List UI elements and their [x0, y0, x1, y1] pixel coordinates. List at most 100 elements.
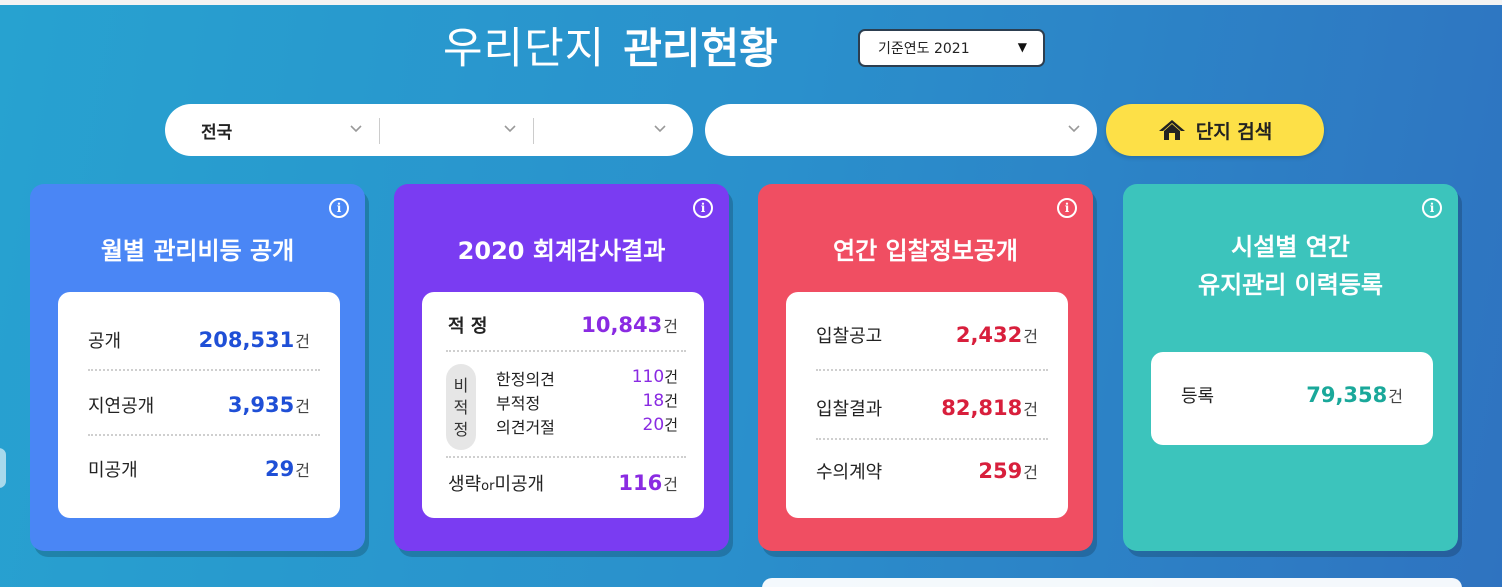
- card-panel: 적 정 10,843건 비 적 정 한정의견 110건 부적정 18건 의견거절…: [422, 292, 704, 518]
- stat-label: 미공개: [494, 474, 545, 495]
- year-select-label: 기준연도 2021: [878, 41, 970, 57]
- stat-unit: 건: [1023, 400, 1038, 419]
- stat-row-registered[interactable]: 등록 79,358건: [1181, 380, 1403, 410]
- sub-row-disclaimer[interactable]: 의견거절 20건: [496, 414, 678, 438]
- sub-unit: 건: [664, 392, 678, 410]
- divider: [533, 118, 534, 144]
- divider: [446, 456, 686, 458]
- page-title: 우리단지 관리현황: [443, 18, 778, 80]
- info-icon[interactable]: i: [329, 198, 349, 218]
- non-proper-char: 비: [453, 376, 469, 395]
- sub-value: 110: [631, 367, 665, 387]
- stat-label: 생략: [448, 474, 482, 495]
- top-border: [0, 0, 1502, 5]
- stat-label: 등록: [1181, 386, 1215, 407]
- card-title: 2020 회계감사결과: [457, 237, 666, 265]
- stat-label: 수의계약: [816, 462, 883, 483]
- page-title-bold: 관리현황: [623, 24, 778, 73]
- chevron-down-icon: [654, 125, 666, 133]
- card-title: 시설별 연간 유지관리 이력등록: [1123, 228, 1458, 304]
- stat-value: 116: [618, 471, 663, 495]
- divider: [379, 118, 380, 144]
- chevron-down-icon: ▼: [1017, 40, 1027, 54]
- stat-unit: 건: [1023, 327, 1038, 346]
- stat-unit: 건: [663, 475, 678, 494]
- card-title: 연간 입찰정보공개: [833, 237, 1018, 265]
- stat-row-public[interactable]: 공개 208,531건: [88, 325, 310, 355]
- sub-unit: 건: [664, 368, 678, 386]
- sub-label: 한정의견: [496, 370, 555, 389]
- sub-value: 18: [642, 391, 665, 411]
- sub-row-adverse[interactable]: 부적정 18건: [496, 390, 678, 414]
- stat-value: 29: [265, 457, 295, 481]
- divider: [816, 369, 1048, 371]
- stat-value: 3,935: [227, 393, 295, 417]
- stat-label: 미공개: [88, 460, 138, 481]
- stat-label: 입찰결과: [816, 399, 883, 420]
- chevron-down-icon: [350, 125, 362, 133]
- stat-unit: 건: [1023, 463, 1038, 482]
- stat-row-undisclosed[interactable]: 미공개 29건: [88, 454, 310, 484]
- info-icon[interactable]: i: [1422, 198, 1442, 218]
- bottom-panel: [762, 578, 1462, 587]
- region-select-district[interactable]: [535, 104, 693, 156]
- chevron-down-icon: [1068, 125, 1080, 133]
- sub-unit: 건: [664, 416, 678, 434]
- card-title-line: 시설별 연간: [1231, 233, 1350, 261]
- stat-label: 지연공개: [88, 396, 155, 417]
- sub-label: 부적정: [496, 394, 541, 413]
- card-monthly-fee-disclosure[interactable]: i 월별 관리비등 공개 공개 208,531건 지연공개 3,935건 미공개…: [30, 184, 365, 551]
- stat-label: 입찰공고: [816, 326, 883, 347]
- region-select-city[interactable]: [381, 104, 533, 156]
- stat-row-bid-result[interactable]: 입찰결과 82,818건: [816, 393, 1038, 423]
- region-select-province-label: 전국: [201, 122, 233, 143]
- region-select-province[interactable]: 전국: [165, 104, 378, 156]
- divider: [88, 369, 320, 371]
- card-bid-info[interactable]: i 연간 입찰정보공개 입찰공고 2,432건 입찰결과 82,818건 수의계…: [758, 184, 1093, 551]
- stat-row-delayed[interactable]: 지연공개 3,935건: [88, 390, 310, 420]
- apartment-select[interactable]: [705, 104, 1097, 156]
- sub-label: 의견거절: [496, 418, 555, 437]
- sub-row-qualified[interactable]: 한정의견 110건: [496, 366, 678, 390]
- stat-row-proper[interactable]: 적 정 10,843건: [448, 310, 678, 340]
- apartment-search-button[interactable]: 단지 검색: [1106, 104, 1324, 156]
- card-panel: 등록 79,358건: [1151, 352, 1433, 445]
- card-title: 월별 관리비등 공개: [100, 237, 295, 265]
- stat-row-bid-notice[interactable]: 입찰공고 2,432건: [816, 320, 1038, 350]
- divider: [88, 434, 320, 436]
- stat-unit: 건: [663, 317, 678, 336]
- stat-value: 259: [978, 459, 1023, 483]
- card-title-line: 유지관리 이력등록: [1198, 271, 1383, 299]
- carousel-prev-handle[interactable]: [0, 448, 6, 488]
- non-proper-char: 정: [453, 420, 469, 439]
- stat-unit: 건: [1388, 387, 1403, 406]
- card-audit-results[interactable]: i 2020 회계감사결과 적 정 10,843건 비 적 정 한정의견 110…: [394, 184, 729, 551]
- card-panel: 공개 208,531건 지연공개 3,935건 미공개 29건: [58, 292, 340, 518]
- info-icon[interactable]: i: [693, 198, 713, 218]
- stat-label-or: or: [481, 479, 495, 494]
- divider: [816, 438, 1048, 440]
- stat-value: 82,818: [941, 396, 1023, 420]
- stat-unit: 건: [295, 461, 310, 480]
- stat-value: 10,843: [581, 313, 663, 337]
- divider: [446, 350, 686, 352]
- stat-unit: 건: [295, 397, 310, 416]
- stat-label: 적 정: [448, 316, 488, 337]
- stat-row-private-contract[interactable]: 수의계약 259건: [816, 456, 1038, 486]
- chevron-down-icon: [504, 125, 516, 133]
- non-proper-char: 적: [453, 398, 469, 417]
- search-button-label: 단지 검색: [1195, 120, 1273, 143]
- stat-row-omitted[interactable]: 생략or미공개 116건: [448, 468, 678, 498]
- region-select-group: 전국: [165, 104, 693, 156]
- home-icon: [1158, 120, 1185, 140]
- info-icon[interactable]: i: [1057, 198, 1077, 218]
- stat-value: 79,358: [1306, 383, 1388, 407]
- card-facility-maintenance[interactable]: i 시설별 연간 유지관리 이력등록 등록 79,358건: [1123, 184, 1458, 551]
- stat-value: 2,432: [955, 323, 1023, 347]
- sub-value: 20: [642, 415, 665, 435]
- year-select[interactable]: 기준연도 2021 ▼: [858, 29, 1045, 67]
- page-header: 우리단지 관리현황 기준연도 2021 ▼: [0, 18, 1502, 88]
- stat-label: 공개: [88, 331, 122, 352]
- card-panel: 입찰공고 2,432건 입찰결과 82,818건 수의계약 259건: [786, 292, 1068, 518]
- stat-unit: 건: [295, 332, 310, 351]
